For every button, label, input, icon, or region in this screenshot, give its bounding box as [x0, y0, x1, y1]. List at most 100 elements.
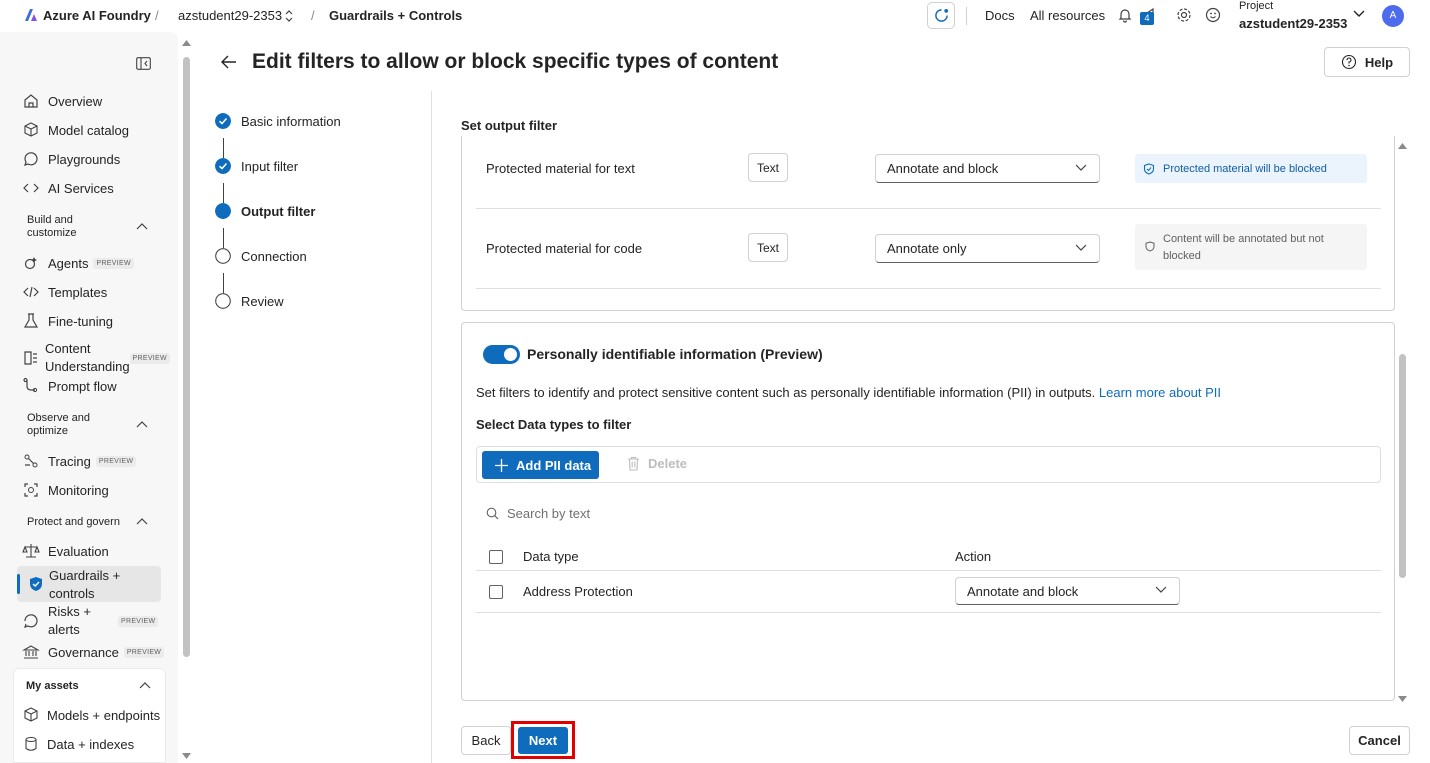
preview-badge: PREVIEW	[95, 455, 137, 467]
sidebar-item-tracing[interactable]: Tracing PREVIEW	[22, 450, 162, 472]
tracing-icon	[24, 454, 38, 468]
row-checkbox[interactable]	[489, 585, 503, 599]
sidebar-item-data-indexes[interactable]: Data + indexes	[22, 733, 162, 755]
sidebar-item-agents[interactable]: Agents PREVIEW	[22, 252, 162, 274]
preview-badge: PREVIEW	[129, 352, 170, 364]
step-label: Output filter	[241, 203, 316, 219]
chevron-up-icon[interactable]	[138, 679, 152, 693]
sidebar-item-prompt-flow[interactable]: Prompt flow	[22, 375, 162, 397]
protected-code-action-dropdown[interactable]: Annotate only	[875, 234, 1100, 263]
sidebar-item-overview[interactable]: Overview	[22, 90, 162, 112]
add-pii-data-button[interactable]: Add PII data	[482, 451, 599, 479]
search-input[interactable]: Search by text	[507, 506, 590, 521]
step-review[interactable]: Review	[215, 293, 284, 309]
scrollbar-thumb[interactable]	[183, 57, 190, 657]
step-connector	[223, 138, 224, 158]
chevron-updown-icon[interactable]	[284, 10, 294, 22]
filter-name: Protected material for text	[486, 161, 635, 176]
toggle-knob	[504, 348, 517, 361]
sidebar-item-label: Data + indexes	[47, 736, 135, 752]
sidebar-item-label: Tracing	[48, 453, 91, 469]
sidebar-item-models-endpoints[interactable]: Models + endpoints	[22, 704, 162, 726]
step-output-filter[interactable]: Output filter	[215, 203, 315, 219]
announcements-button[interactable]: 4	[1140, 6, 1158, 26]
back-button[interactable]: Back	[461, 726, 511, 755]
help-button[interactable]: Help	[1324, 47, 1410, 77]
address-protection-action-dropdown[interactable]: Annotate and block	[955, 577, 1180, 605]
sidebar-item-fine-tuning[interactable]: Fine-tuning	[22, 310, 162, 332]
pii-description-text: Set filters to identify and protect sens…	[476, 385, 1096, 400]
top-bar: Azure AI Foundry / azstudent29-2353 / Gu…	[0, 0, 1430, 32]
column-header-action[interactable]: Action	[955, 549, 991, 564]
cancel-button[interactable]: Cancel	[1349, 726, 1410, 755]
question-circle-icon	[1341, 54, 1356, 70]
scroll-up-arrow-icon[interactable]	[1398, 143, 1407, 149]
sidebar-item-guardrails[interactable]: Guardrails + controls	[17, 566, 161, 602]
step-connection[interactable]: Connection	[215, 248, 307, 264]
learn-more-pii-link[interactable]: Learn more about PII	[1099, 385, 1221, 400]
sidebar-item-label: Playgrounds	[48, 151, 121, 167]
collapse-panel-icon[interactable]	[136, 57, 151, 70]
select-all-checkbox[interactable]	[489, 550, 503, 564]
copilot-button[interactable]	[927, 2, 955, 29]
sidebar-item-playgrounds[interactable]: Playgrounds	[22, 148, 162, 170]
step-input-filter[interactable]: Input filter	[215, 158, 298, 174]
step-connector	[223, 228, 224, 248]
sidebar-item-model-catalog[interactable]: Model catalog	[22, 119, 162, 141]
empty-circle-icon	[215, 293, 231, 309]
scrollbar-thumb[interactable]	[1399, 354, 1406, 578]
feedback-smiley-icon[interactable]	[1205, 7, 1221, 23]
neutral-message-text: Content will be annotated but not blocke…	[1163, 233, 1324, 262]
protected-text-action-dropdown[interactable]: Annotate and block	[875, 154, 1100, 183]
pii-toggle[interactable]	[483, 345, 520, 364]
bell-icon[interactable]	[1117, 7, 1133, 23]
checkmark-circle-icon	[215, 158, 231, 174]
info-message-text: Protected material will be blocked	[1163, 162, 1327, 175]
sidebar-item-templates[interactable]: Templates	[22, 281, 162, 303]
chevron-down-icon[interactable]	[1353, 10, 1365, 18]
chevron-up-icon[interactable]	[135, 418, 149, 432]
sidebar-item-evaluation[interactable]: Evaluation	[22, 540, 162, 562]
scroll-up-arrow-icon[interactable]	[182, 40, 191, 46]
sidebar-item-governance[interactable]: Governance PREVIEW	[22, 641, 165, 663]
sidebar-scrollbar[interactable]	[180, 40, 193, 763]
avatar[interactable]: A	[1382, 5, 1404, 27]
sidebar-item-monitoring[interactable]: Monitoring	[22, 479, 162, 501]
scroll-down-arrow-icon[interactable]	[1398, 696, 1407, 702]
code-icon	[23, 286, 39, 298]
filter-name: Protected material for code	[486, 241, 643, 256]
pii-card: Personally identifiable information (Pre…	[461, 322, 1395, 701]
back-arrow-icon[interactable]	[221, 55, 237, 69]
content-scrollbar[interactable]	[1396, 140, 1409, 705]
sidebar-item-content-understanding[interactable]: Content Understanding PREVIEW	[22, 339, 170, 377]
chat-icon	[935, 8, 949, 22]
column-header-data-type[interactable]: Data type	[523, 549, 579, 564]
page-breadcrumb[interactable]: Guardrails + Controls	[329, 8, 462, 23]
agent-icon	[24, 257, 37, 270]
delete-button[interactable]: Delete	[627, 456, 687, 471]
gear-icon[interactable]	[1176, 7, 1192, 23]
page-title: Edit filters to allow or block specific …	[252, 50, 779, 73]
protected-material-card: Protected material for text Text Annotat…	[461, 136, 1395, 311]
cube-icon	[24, 707, 38, 722]
active-indicator	[17, 574, 20, 594]
preview-badge: PREVIEW	[123, 646, 165, 658]
app-name[interactable]: Azure AI Foundry	[43, 8, 151, 23]
sidebar-item-ai-services[interactable]: AI Services	[22, 177, 162, 199]
shield-outline-icon	[1145, 241, 1155, 252]
code-link-icon	[23, 183, 39, 193]
sidebar-item-label: Models + endpoints	[47, 707, 161, 723]
chevron-up-icon[interactable]	[135, 515, 149, 529]
sidebar: Overview Model catalog Playgrounds AI Se…	[0, 32, 178, 763]
step-basic-information[interactable]: Basic information	[215, 113, 341, 129]
next-button[interactable]: Next	[518, 727, 568, 754]
foundry-logo-icon	[24, 8, 38, 22]
docs-link[interactable]: Docs	[985, 8, 1015, 23]
sidebar-item-risks-alerts[interactable]: Risks + alerts PREVIEW	[22, 602, 162, 640]
project-name[interactable]: azstudent29-2353	[1239, 16, 1347, 31]
all-resources-link[interactable]: All resources	[1030, 8, 1105, 23]
scroll-down-arrow-icon[interactable]	[182, 753, 191, 759]
chevron-up-icon[interactable]	[135, 220, 149, 234]
project-breadcrumb[interactable]: azstudent29-2353	[178, 8, 282, 23]
search-box[interactable]: Search by text	[476, 497, 726, 529]
